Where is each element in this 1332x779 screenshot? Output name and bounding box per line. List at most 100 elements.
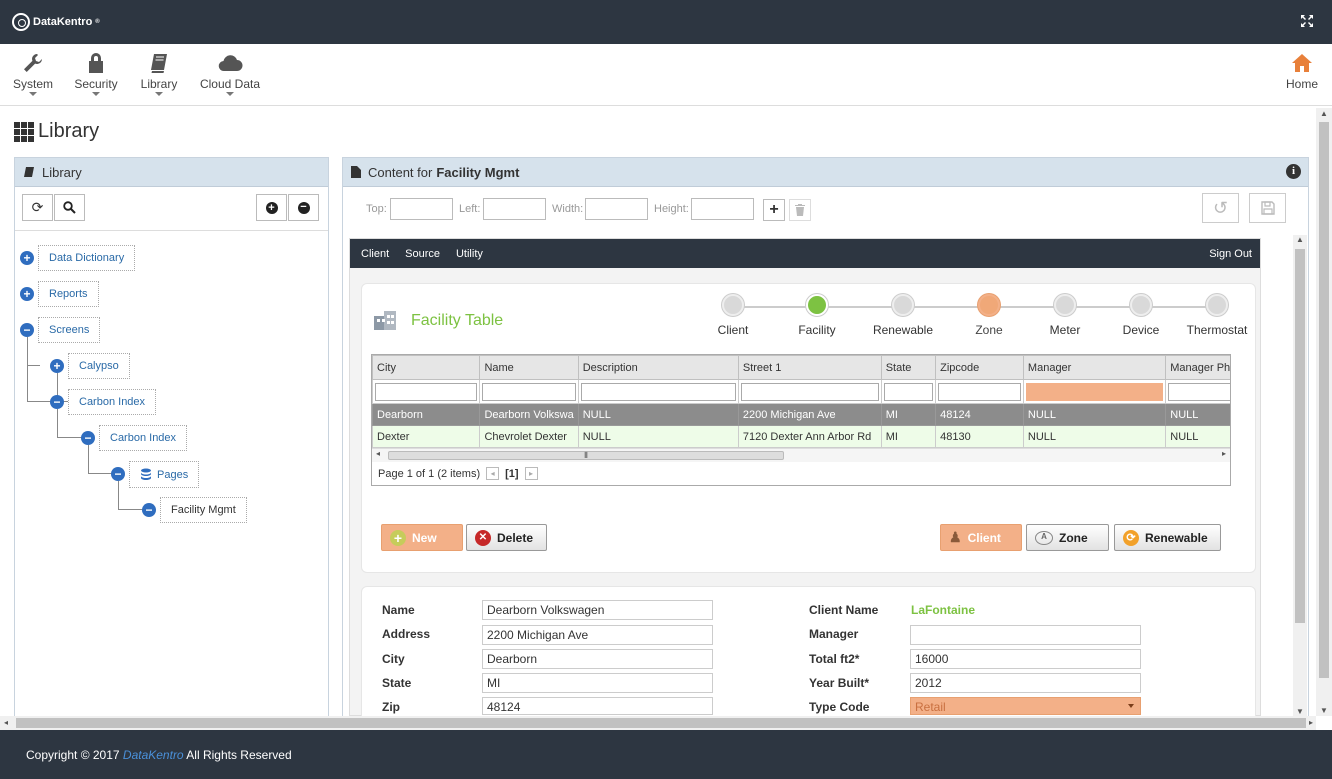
table-row[interactable]: Dearborn Dearborn Volkswa NULL 2200 Michiga… <box>372 403 1230 426</box>
horizontal-scrollbar[interactable]: ◂ ⦀ ▸ <box>372 448 1230 462</box>
filter-input[interactable] <box>740 382 879 401</box>
brand-logo[interactable]: DataKentro ® <box>12 13 100 31</box>
scroll-down-icon[interactable]: ▼ <box>1320 706 1328 715</box>
scroll-right-icon[interactable]: ▸ <box>1222 449 1226 458</box>
step-zone[interactable]: Zone <box>949 292 1029 338</box>
filter-input[interactable] <box>482 382 576 401</box>
sign-out-link[interactable]: Sign Out <box>1209 248 1252 260</box>
minus-circle-icon[interactable]: − <box>20 323 34 337</box>
column-header[interactable]: Street 1 <box>737 355 882 380</box>
scroll-up-icon[interactable]: ▲ <box>1296 235 1304 244</box>
home-button[interactable]: Home <box>1286 52 1318 91</box>
footer: Copyright © 2017 DataKentro All Rights R… <box>0 730 1332 779</box>
step-meter[interactable]: Meter <box>1025 294 1105 337</box>
top-input[interactable] <box>390 198 453 220</box>
client-button[interactable]: ♟ Client <box>940 524 1022 551</box>
tree-node-facility-mgmt[interactable]: Facility Mgmt <box>160 497 247 523</box>
filter-input[interactable] <box>375 382 478 401</box>
column-header[interactable]: Zipcode <box>935 355 1024 380</box>
page-horizontal-scrollbar[interactable]: ◂ ▸ <box>0 716 1316 730</box>
minus-circle-icon[interactable]: − <box>50 395 64 409</box>
content-scroll-thumb[interactable] <box>1295 249 1305 623</box>
app-nav-utility[interactable]: Utility <box>456 248 483 260</box>
undo-button[interactable]: ↺ <box>1202 193 1239 223</box>
content-scrollbar[interactable]: ▲ ▼ <box>1293 235 1307 716</box>
app-nav-source[interactable]: Source <box>405 248 440 260</box>
scroll-up-icon[interactable]: ▲ <box>1320 109 1328 118</box>
column-header[interactable]: City <box>372 355 481 380</box>
scroll-right-icon[interactable]: ▸ <box>1309 718 1313 727</box>
menu-security[interactable]: Security <box>73 52 119 96</box>
page-hscroll-thumb[interactable] <box>16 718 1306 728</box>
plus-circle-icon[interactable]: + <box>20 251 34 265</box>
minus-circle-icon[interactable]: − <box>142 503 156 517</box>
page-number[interactable]: [1] <box>505 468 518 480</box>
delete-element-button[interactable] <box>789 199 811 221</box>
menu-cloud-data[interactable]: Cloud Data <box>199 52 261 96</box>
scroll-left-icon[interactable]: ◂ <box>376 449 380 458</box>
scroll-left-icon[interactable]: ◂ <box>4 718 8 727</box>
delete-button[interactable]: ✕ Delete <box>466 524 547 551</box>
scroll-thumb[interactable]: ⦀ <box>388 451 784 460</box>
tree-node-carbon-index-child[interactable]: Carbon Index <box>99 425 188 451</box>
city-field[interactable]: Dearborn <box>482 649 713 669</box>
menu-library[interactable]: Library <box>139 52 179 96</box>
filter-input[interactable] <box>1025 382 1164 401</box>
prev-page-button[interactable]: ◂ <box>486 467 500 480</box>
save-button[interactable] <box>1249 193 1286 223</box>
tree-node-calypso[interactable]: Calypso <box>68 353 130 379</box>
tree-node-reports[interactable]: Reports <box>38 281 99 307</box>
info-icon[interactable]: i <box>1286 164 1301 179</box>
footer-brand-link[interactable]: DataKentro <box>123 748 184 762</box>
column-header[interactable]: Name <box>479 355 579 380</box>
table-row[interactable]: Dexter Chevrolet Dexter NULL 7120 Dexter An… <box>372 425 1230 448</box>
total-ft2-field[interactable]: 16000 <box>910 649 1141 669</box>
width-input[interactable] <box>585 198 648 220</box>
state-field[interactable]: MI <box>482 673 713 693</box>
collapse-all-button[interactable]: − <box>288 194 319 221</box>
tree-node-data-dictionary[interactable]: Data Dictionary <box>38 245 136 271</box>
height-input[interactable] <box>691 198 754 220</box>
column-header[interactable]: State <box>880 355 937 380</box>
minus-circle-icon[interactable]: − <box>81 431 95 445</box>
expand-all-button[interactable]: + <box>256 194 287 221</box>
left-input[interactable] <box>483 198 546 220</box>
filter-input[interactable] <box>1168 382 1230 401</box>
tree-node-screens[interactable]: Screens <box>38 317 101 343</box>
column-header[interactable]: Description <box>577 355 739 380</box>
filter-input[interactable] <box>580 382 736 401</box>
step-device[interactable]: Device <box>1101 294 1181 337</box>
column-header[interactable]: Manager Pho <box>1165 355 1230 380</box>
tree-node-carbon-index[interactable]: Carbon Index <box>68 389 157 415</box>
zip-field[interactable]: 48124 <box>482 697 713 715</box>
tree-node-pages[interactable]: Pages <box>129 461 200 488</box>
fullscreen-icon[interactable] <box>1300 14 1314 28</box>
name-field[interactable]: Dearborn Volkswagen <box>482 600 713 620</box>
step-client[interactable]: Client <box>693 294 773 337</box>
step-renewable[interactable]: Renewable <box>863 294 943 337</box>
year-built-field[interactable]: 2012 <box>910 673 1141 693</box>
plus-circle-icon[interactable]: + <box>50 359 64 373</box>
next-page-button[interactable]: ▸ <box>524 467 538 480</box>
renewable-button[interactable]: ⟳ Renewable <box>1114 524 1221 551</box>
page-vertical-scrollbar[interactable]: ▲ ▼ <box>1316 108 1332 716</box>
filter-input[interactable] <box>938 382 1021 401</box>
page-scroll-thumb[interactable] <box>1319 122 1329 678</box>
search-button[interactable] <box>54 194 85 221</box>
minus-circle-icon[interactable]: − <box>111 467 125 481</box>
zone-button[interactable]: A Zone <box>1026 524 1109 551</box>
app-nav-client[interactable]: Client <box>361 248 389 260</box>
add-button[interactable]: + <box>763 199 785 221</box>
step-thermostat[interactable]: Thermostat <box>1177 294 1257 337</box>
scroll-down-icon[interactable]: ▼ <box>1296 707 1304 716</box>
refresh-button[interactable]: ⟳ <box>22 194 53 221</box>
type-code-select[interactable]: Retail <box>910 697 1141 715</box>
step-facility[interactable]: Facility <box>777 294 857 337</box>
filter-input[interactable] <box>883 382 934 401</box>
address-field[interactable]: 2200 Michigan Ave <box>482 625 713 645</box>
new-button[interactable]: + New <box>381 524 463 551</box>
plus-circle-icon[interactable]: + <box>20 287 34 301</box>
manager-field[interactable] <box>910 625 1141 645</box>
column-header[interactable]: Manager <box>1022 355 1167 380</box>
menu-system[interactable]: System <box>12 52 54 96</box>
